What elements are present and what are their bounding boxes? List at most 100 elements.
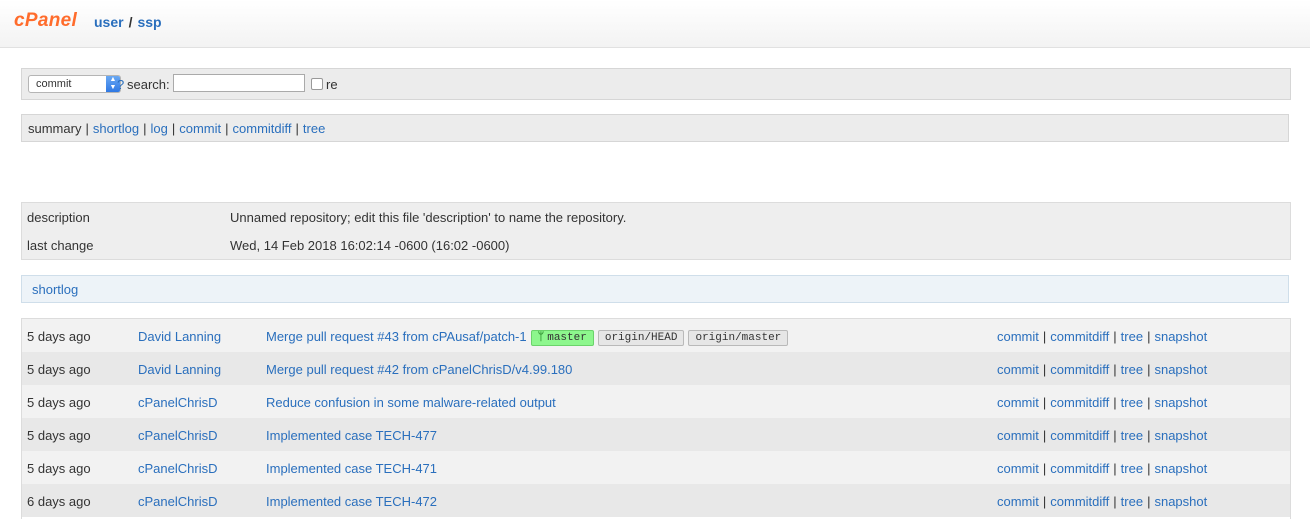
- commitdiff-link[interactable]: commitdiff: [1050, 362, 1109, 377]
- commit-link[interactable]: commit: [997, 362, 1039, 377]
- action-separator: |: [1113, 395, 1117, 410]
- cpanel-logo[interactable]: cPanel: [14, 10, 77, 32]
- commit-link[interactable]: commit: [997, 329, 1039, 344]
- commit-link[interactable]: commit: [997, 494, 1039, 509]
- action-separator: |: [1113, 494, 1117, 509]
- ref-tag-badge[interactable]: origin/HEAD: [597, 330, 685, 346]
- action-separator: |: [1147, 461, 1151, 476]
- commit-title-cell: Implemented case TECH-472: [266, 494, 437, 509]
- commit-age: 5 days ago: [27, 395, 91, 410]
- commit-age: 5 days ago: [27, 362, 91, 377]
- table-row: 5 days ago cPanelChrisD Reduce confusion…: [22, 385, 1290, 419]
- commit-title-link[interactable]: Implemented case TECH-472: [266, 494, 437, 509]
- tree-link[interactable]: tree: [1121, 362, 1143, 377]
- commit-author-link[interactable]: cPanelChrisD: [138, 428, 217, 443]
- commitdiff-link[interactable]: commitdiff: [1050, 494, 1109, 509]
- ref-tag-badge[interactable]: origin/master: [688, 330, 789, 346]
- commitdiff-link[interactable]: commitdiff: [1050, 428, 1109, 443]
- commit-age: 6 days ago: [27, 494, 91, 509]
- commit-link[interactable]: commit: [997, 428, 1039, 443]
- action-separator: |: [1147, 428, 1151, 443]
- table-row: 5 days ago David Lanning Merge pull requ…: [22, 352, 1290, 386]
- commit-author-link[interactable]: David Lanning: [138, 329, 221, 344]
- shortlog-header-link[interactable]: shortlog: [32, 282, 78, 297]
- tree-link[interactable]: tree: [1121, 494, 1143, 509]
- action-separator: |: [1147, 329, 1151, 344]
- nav-link-shortlog[interactable]: shortlog: [93, 121, 139, 136]
- search-bar: commit ▲ ▼ ? search: re: [21, 68, 1291, 100]
- action-separator: |: [1113, 329, 1117, 344]
- action-separator: |: [1113, 461, 1117, 476]
- action-separator: |: [1147, 395, 1151, 410]
- action-separator: |: [1042, 362, 1047, 377]
- nav-separator: |: [295, 121, 299, 136]
- row-actions: commit | commitdiff | tree | snapshot: [997, 494, 1207, 509]
- tree-link[interactable]: tree: [1121, 461, 1143, 476]
- commit-title-cell: Reduce confusion in some malware-related…: [266, 395, 556, 410]
- regex-checkbox[interactable]: [311, 78, 323, 90]
- commit-title-link[interactable]: Reduce confusion in some malware-related…: [266, 395, 556, 410]
- ref-head-badge[interactable]: ᛘ master: [530, 330, 594, 346]
- breadcrumb-user-link[interactable]: user: [94, 14, 124, 30]
- action-separator: |: [1113, 362, 1117, 377]
- project-info: description Unnamed repository; edit thi…: [21, 202, 1291, 260]
- snapshot-link[interactable]: snapshot: [1154, 362, 1207, 377]
- search-type-value: commit: [36, 78, 72, 90]
- nav-link-commit[interactable]: commit: [179, 121, 221, 136]
- shortlog-header: shortlog: [21, 275, 1289, 303]
- branch-icon: ᛘ: [537, 332, 545, 344]
- action-separator: |: [1042, 461, 1047, 476]
- commit-age: 5 days ago: [27, 428, 91, 443]
- nav-link-log[interactable]: log: [150, 121, 167, 136]
- tree-link[interactable]: tree: [1121, 428, 1143, 443]
- nav-separator: |: [225, 121, 229, 136]
- search-help-link[interactable]: ?: [117, 77, 124, 92]
- table-row: 5 days ago cPanelChrisD Implemented case…: [22, 451, 1290, 485]
- commit-link[interactable]: commit: [997, 461, 1039, 476]
- commit-title-link[interactable]: Implemented case TECH-477: [266, 428, 437, 443]
- nav-link-commitdiff[interactable]: commitdiff: [233, 121, 292, 136]
- snapshot-link[interactable]: snapshot: [1154, 494, 1207, 509]
- nav-separator: |: [171, 121, 176, 136]
- search-type-select[interactable]: commit ▲ ▼: [28, 75, 121, 93]
- action-separator: |: [1042, 428, 1047, 443]
- commit-age: 5 days ago: [27, 461, 91, 476]
- description-key: description: [27, 210, 90, 225]
- commit-title-link[interactable]: Implemented case TECH-471: [266, 461, 437, 476]
- row-actions: commit | commitdiff | tree | snapshot: [997, 395, 1207, 410]
- row-actions: commit | commitdiff | tree | snapshot: [997, 362, 1207, 377]
- commitdiff-link[interactable]: commitdiff: [1050, 329, 1109, 344]
- snapshot-link[interactable]: snapshot: [1154, 428, 1207, 443]
- commit-age: 5 days ago: [27, 329, 91, 344]
- action-separator: |: [1147, 362, 1151, 377]
- commit-author-link[interactable]: cPanelChrisD: [138, 395, 217, 410]
- snapshot-link[interactable]: snapshot: [1154, 461, 1207, 476]
- action-separator: |: [1042, 395, 1047, 410]
- last-change-value: Wed, 14 Feb 2018 16:02:14 -0600 (16:02 -…: [230, 238, 510, 253]
- action-separator: |: [1042, 494, 1047, 509]
- snapshot-link[interactable]: snapshot: [1154, 395, 1207, 410]
- commit-author-link[interactable]: cPanelChrisD: [138, 461, 217, 476]
- commit-link[interactable]: commit: [997, 395, 1039, 410]
- action-separator: |: [1147, 494, 1151, 509]
- commitdiff-link[interactable]: commitdiff: [1050, 461, 1109, 476]
- row-actions: commit | commitdiff | tree | snapshot: [997, 329, 1207, 344]
- breadcrumb-repo-link[interactable]: ssp: [137, 14, 161, 30]
- page-header: cPanel user / ssp: [0, 0, 1310, 48]
- search-input[interactable]: [173, 74, 305, 92]
- commit-title-link[interactable]: Merge pull request #42 from cPanelChrisD…: [266, 362, 572, 377]
- nav-link-tree[interactable]: tree: [303, 121, 325, 136]
- snapshot-link[interactable]: snapshot: [1154, 329, 1207, 344]
- search-label: search:: [127, 77, 170, 92]
- breadcrumb-separator: /: [128, 14, 133, 30]
- commitdiff-link[interactable]: commitdiff: [1050, 395, 1109, 410]
- commit-title-link[interactable]: Merge pull request #43 from cPAusaf/patc…: [266, 329, 527, 344]
- page-nav: summary | shortlog | log | commit | commitdiff | t…: [21, 114, 1289, 142]
- ref-head-label: master: [547, 332, 587, 344]
- commit-author-link[interactable]: David Lanning: [138, 362, 221, 377]
- commit-title-cell: Merge pull request #43 from cPAusaf/patc…: [266, 329, 789, 347]
- tree-link[interactable]: tree: [1121, 395, 1143, 410]
- commit-title-cell: Implemented case TECH-471: [266, 461, 437, 476]
- commit-author-link[interactable]: cPanelChrisD: [138, 494, 217, 509]
- tree-link[interactable]: tree: [1121, 329, 1143, 344]
